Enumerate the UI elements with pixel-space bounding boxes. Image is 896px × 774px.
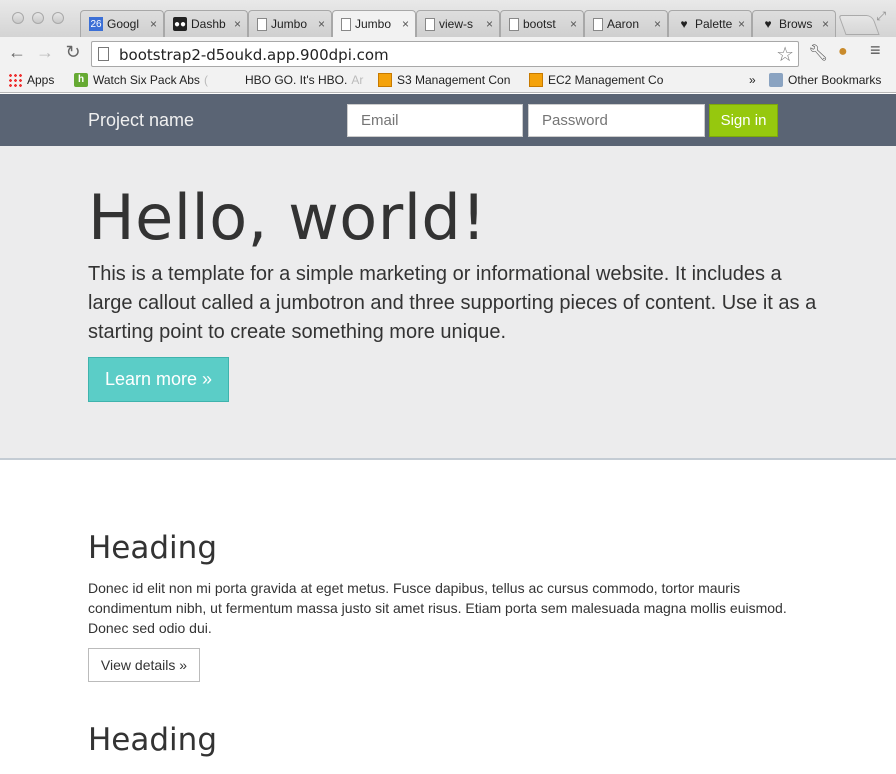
bookmark-ec2[interactable]: EC2 Management Co — [529, 73, 663, 87]
page-icon — [593, 17, 603, 31]
tab-title: Brows — [779, 17, 813, 31]
browser-tab[interactable]: ♥ Palette × — [668, 10, 752, 37]
chevron-double-right-icon: » — [749, 73, 756, 87]
bookmark-apps[interactable]: Apps — [8, 73, 54, 87]
section-body: Donec id elit non mi porta gravida at eg… — [88, 580, 787, 636]
bookmark-label: Watch Six Pack Abs — [93, 73, 200, 87]
browser-tab[interactable]: Jumbo × — [248, 10, 332, 37]
close-tab-icon[interactable]: × — [150, 17, 157, 31]
close-tab-icon[interactable]: × — [738, 17, 745, 31]
browser-titlebar: 26 Googl × ●● Dashb × Jumbo × Jumbo × vi… — [0, 0, 896, 37]
bookmark-label: Other Bookmarks — [788, 73, 882, 87]
tab-title: Jumbo — [271, 17, 308, 31]
browser-tab[interactable]: ♥ Brows × — [752, 10, 836, 37]
bookmark-label: Apps — [27, 73, 55, 87]
reload-icon[interactable]: ↻ — [62, 42, 84, 63]
bookmark-star-icon[interactable]: ☆ — [776, 42, 794, 67]
site-navbar: Project name Sign in — [0, 94, 896, 146]
bookmark-other[interactable]: Other Bookmarks — [769, 73, 881, 87]
bookmarks-overflow-button[interactable]: » — [749, 73, 756, 87]
close-tab-icon[interactable]: × — [402, 17, 409, 31]
apps-grid-icon — [8, 73, 22, 87]
robot-icon: ●● — [173, 17, 187, 31]
page-icon — [509, 17, 519, 31]
address-bar[interactable]: bootstrap2-d5oukd.app.900dpi.com ☆ — [91, 41, 799, 67]
password-field[interactable] — [528, 104, 705, 137]
cookie-icon[interactable]: ● — [838, 43, 848, 61]
content-section: Heading Donec id elit non mi porta gravi… — [88, 530, 808, 682]
page-icon — [425, 17, 435, 31]
view-details-button[interactable]: View details » — [88, 648, 200, 682]
tab-title: Jumbo — [355, 17, 392, 31]
heart-icon: ♥ — [764, 17, 772, 31]
jumbotron-lead: This is a template for a simple marketin… — [88, 263, 817, 343]
browser-tab[interactable]: view-s × — [416, 10, 500, 37]
browser-tab[interactable]: Aaron × — [584, 10, 668, 37]
calendar-icon: 26 — [89, 17, 103, 31]
close-tab-icon[interactable]: × — [318, 17, 325, 31]
browser-toolbar: ← → ↻ bootstrap2-d5oukd.app.900dpi.com ☆… — [0, 37, 896, 69]
page-icon — [341, 17, 351, 31]
bookmark-label: EC2 Management Co — [548, 73, 664, 87]
section-heading: Heading — [88, 722, 217, 758]
bookmarks-bar: Apps h Watch Six Pack Abs ( HBO GO. It's… — [0, 69, 896, 93]
tab-title: Googl — [107, 17, 140, 31]
tab-title: bootst — [523, 17, 556, 31]
fullscreen-icon[interactable]: ⤢ — [876, 9, 886, 24]
forward-arrow-icon[interactable]: → — [34, 42, 56, 63]
tab-title: view-s — [439, 17, 474, 31]
zoom-window-button[interactable] — [52, 12, 64, 24]
url-text[interactable]: bootstrap2-d5oukd.app.900dpi.com — [119, 46, 389, 64]
close-tab-icon[interactable]: × — [654, 17, 661, 31]
browser-tab[interactable]: 26 Googl × — [80, 10, 164, 37]
learn-more-button[interactable]: Learn more » — [88, 357, 229, 402]
back-arrow-icon[interactable]: ← — [6, 42, 28, 63]
close-tab-icon[interactable]: × — [234, 17, 241, 31]
folder-icon — [769, 73, 783, 87]
tab-title: Aaron — [607, 17, 640, 31]
bookmark-label: HBO GO. It's HBO. — [245, 73, 348, 87]
jumbotron: Hello, world! This is a template for a s… — [0, 146, 896, 460]
browser-tab[interactable]: ●● Dashb × — [164, 10, 248, 37]
close-tab-icon[interactable]: × — [570, 17, 577, 31]
minimize-window-button[interactable] — [32, 12, 44, 24]
tab-strip: 26 Googl × ●● Dashb × Jumbo × Jumbo × vi… — [80, 10, 880, 37]
bookmark-label-faded: Ar — [351, 73, 364, 87]
menu-icon[interactable]: ≡ — [870, 40, 881, 61]
content-section: Heading — [88, 722, 808, 758]
bookmark-six-pack[interactable]: h Watch Six Pack Abs ( — [74, 73, 208, 87]
close-tab-icon[interactable]: × — [486, 17, 493, 31]
tab-title: Palette — [695, 17, 733, 31]
tab-title: Dashb — [191, 17, 226, 31]
bookmark-label-faded: ( — [203, 73, 208, 87]
section-heading: Heading — [88, 530, 217, 566]
close-tab-icon[interactable]: × — [822, 17, 829, 31]
page-icon — [257, 17, 267, 31]
email-field[interactable] — [347, 104, 523, 137]
wrench-icon[interactable]: 🔧︎ — [808, 43, 828, 63]
aws-box-icon — [378, 73, 392, 87]
bookmark-label: S3 Management Con — [397, 73, 511, 87]
heart-icon: ♥ — [680, 17, 688, 31]
brand-link[interactable]: Project name — [88, 110, 194, 131]
aws-box-icon — [529, 73, 543, 87]
browser-tab[interactable]: bootst × — [500, 10, 584, 37]
browser-tab-active[interactable]: Jumbo × — [332, 10, 416, 37]
new-tab-button[interactable] — [838, 15, 880, 35]
sign-in-button[interactable]: Sign in — [709, 104, 778, 137]
page-icon — [98, 47, 109, 61]
page-title: Hello, world! — [88, 181, 487, 254]
close-window-button[interactable] — [12, 12, 24, 24]
hulu-icon: h — [74, 73, 88, 87]
bookmark-hbo-go[interactable]: HBO GO. It's HBO. Ar — [245, 73, 363, 87]
bookmark-s3[interactable]: S3 Management Con — [378, 73, 510, 87]
